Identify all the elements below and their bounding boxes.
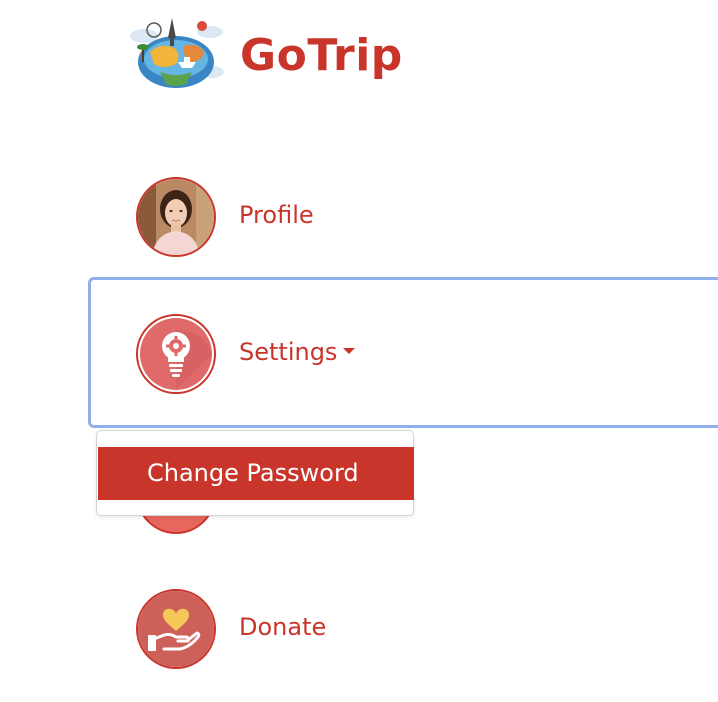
donate-label: Donate	[239, 613, 327, 641]
profile-photo-avatar	[136, 177, 216, 257]
menu-item-profile[interactable]: Profile	[136, 177, 556, 257]
change-password-menu-item[interactable]: Change Password	[98, 447, 414, 500]
globe-travel-logo-icon[interactable]	[126, 12, 226, 92]
profile-label: Profile	[239, 201, 314, 229]
heart-hand-icon	[136, 589, 216, 669]
app-page: GoTrip Profile Settings Change Password …	[0, 0, 718, 702]
caret-down-icon	[343, 348, 356, 354]
settings-label: Settings	[239, 336, 356, 368]
menu-item-donate[interactable]: Donate	[136, 589, 556, 669]
lightbulb-gear-icon	[136, 314, 216, 394]
settings-dropdown-menu: Change Password	[96, 430, 414, 516]
brand-name[interactable]: GoTrip	[240, 26, 403, 86]
menu-item-settings[interactable]: Settings	[136, 314, 556, 394]
